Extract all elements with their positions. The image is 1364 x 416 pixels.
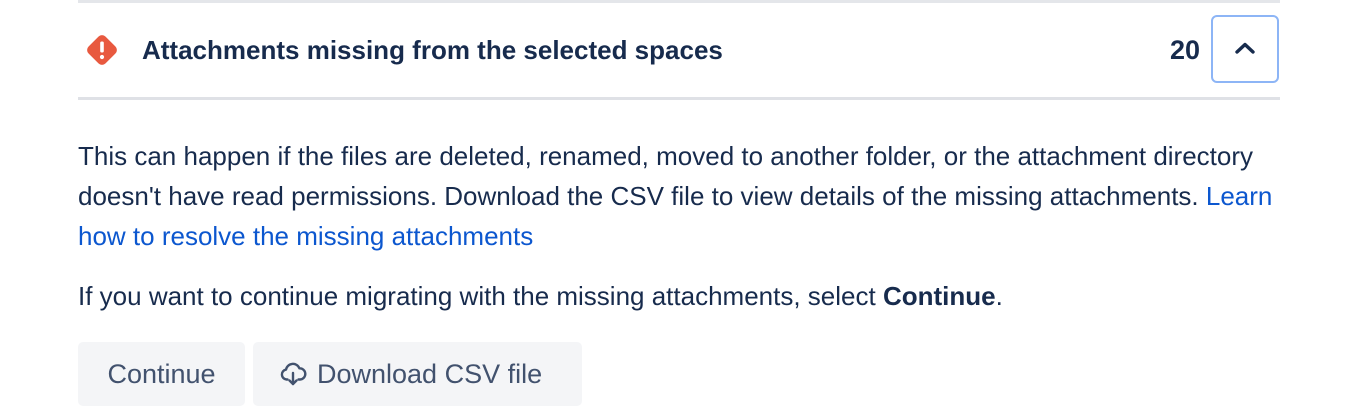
collapse-toggle-button[interactable] — [1211, 15, 1279, 83]
continue-button-label: Continue — [107, 358, 216, 389]
instruction-prefix: If you want to continue migrating with t… — [78, 281, 883, 311]
download-csv-label: Download CSV file — [317, 358, 543, 389]
instruction-emphasis: Continue — [882, 281, 996, 311]
missing-count: 20 — [1169, 35, 1200, 65]
description-body: This can happen if the files are deleted… — [78, 141, 1254, 211]
section-title: Attachments missing from the selected sp… — [142, 35, 723, 65]
download-csv-button[interactable]: Download CSV file — [253, 342, 582, 406]
continue-instruction: If you want to continue migrating with t… — [78, 276, 1280, 316]
chevron-up-icon — [1234, 41, 1256, 58]
cloud-download-icon — [279, 360, 307, 388]
description-text: This can happen if the files are deleted… — [78, 136, 1280, 256]
header-divider — [78, 97, 1280, 100]
warning-diamond-icon — [84, 32, 120, 68]
section-header: Attachments missing from the selected sp… — [78, 3, 1280, 97]
continue-button[interactable]: Continue — [78, 342, 245, 406]
instruction-suffix: . — [995, 281, 1003, 311]
